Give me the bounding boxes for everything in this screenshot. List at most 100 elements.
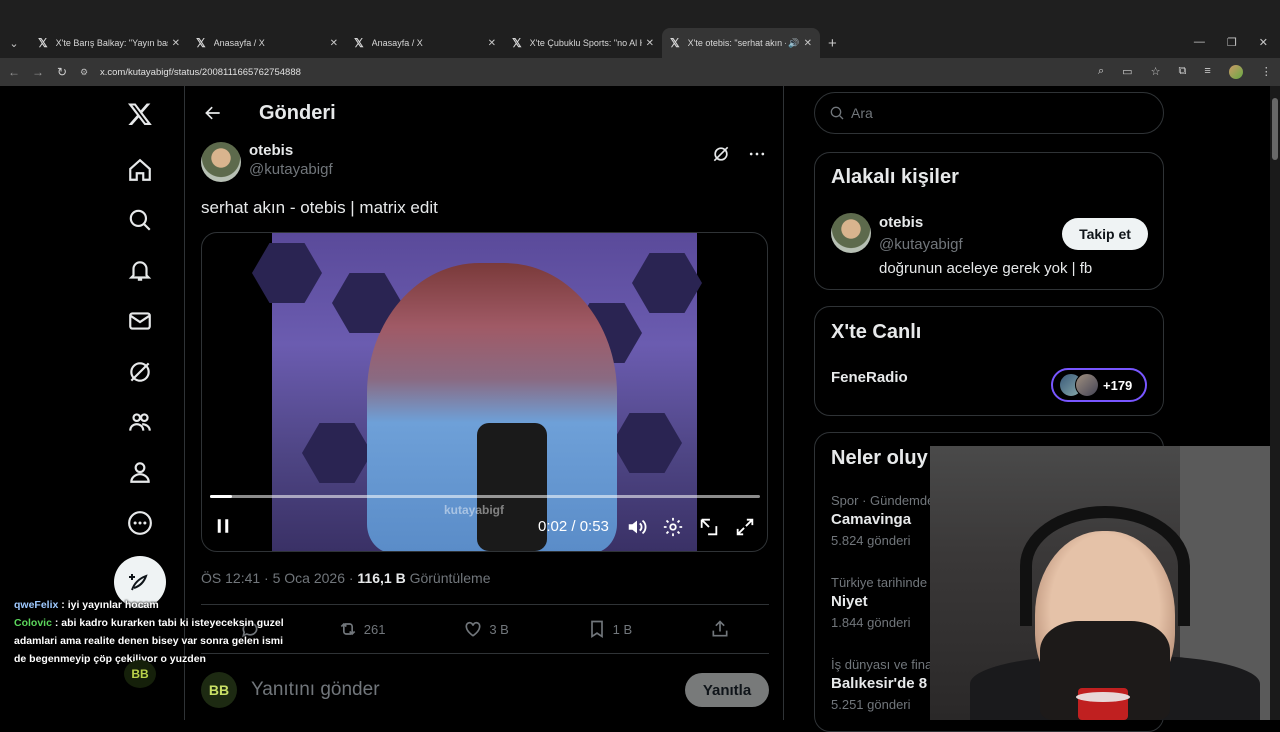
webcam-overlay [930, 446, 1270, 720]
retweet-action[interactable]: 261 [338, 619, 386, 639]
profile-icon[interactable] [126, 458, 154, 486]
more-circle-icon[interactable] [126, 509, 154, 537]
bookmark-count: 1 B [612, 621, 633, 637]
picture-in-picture-icon[interactable] [698, 516, 720, 538]
tab-close-icon[interactable]: ✕ [488, 38, 496, 49]
video-bg-hex [632, 253, 702, 313]
x-logo-icon[interactable] [126, 100, 154, 128]
chrome-menu-icon[interactable]: ⋮ [1261, 65, 1272, 79]
browser-tab[interactable]: 𝕏 X'te Barış Balkay: "Yayın başladı ✕ [30, 28, 188, 58]
avatar[interactable] [831, 213, 871, 253]
forward-icon[interactable]: → [26, 65, 50, 79]
trend-category: İş dünyası ve fina [831, 657, 933, 672]
reply-button[interactable]: Yanıtla [685, 673, 769, 707]
zoom-icon[interactable]: ⌕ [1098, 65, 1104, 79]
volume-icon[interactable] [626, 516, 648, 538]
page-scrollbar[interactable] [1270, 86, 1280, 720]
live-space-name[interactable]: FeneRadio [831, 369, 908, 386]
browser-tab-active[interactable]: 𝕏 X'te otebis: "serhat akın - o 🔊 ✕ [662, 28, 820, 58]
follow-button[interactable]: Takip et [1062, 218, 1148, 250]
tweet-timestamp[interactable]: ÖS 12:41 · 5 Oca 2026 · [201, 570, 357, 586]
x-logo-icon: 𝕏 [354, 36, 364, 50]
live-listeners-pill[interactable]: +179 [1051, 368, 1147, 402]
share-action[interactable] [710, 619, 730, 639]
trend-item[interactable]: Spor · Gündemde Camavinga 5.824 gönderi [831, 493, 934, 548]
site-info-icon[interactable]: ⚙ [80, 67, 94, 78]
profile-avatar[interactable] [1228, 65, 1243, 79]
new-tab-icon[interactable]: + [828, 35, 837, 52]
reload-icon[interactable]: ↻ [50, 65, 74, 79]
grok-icon[interactable] [711, 144, 731, 164]
share-icon [712, 620, 728, 637]
author-handle[interactable]: @kutayabigf [249, 161, 333, 178]
video-frame[interactable]: kutayabigf [252, 233, 702, 551]
related-name[interactable]: otebis [879, 214, 923, 231]
view-label: Görüntüleme [405, 570, 491, 586]
tab-close-icon[interactable]: ✕ [172, 38, 180, 49]
search-icon[interactable] [126, 206, 154, 234]
cast-icon[interactable]: ▭ [1122, 65, 1132, 79]
trend-category: Spor · Gündemde [831, 493, 935, 508]
pause-icon[interactable] [214, 517, 232, 540]
trend-count: 5.824 gönderi [831, 533, 911, 548]
reading-list-icon[interactable]: ≡ [1204, 65, 1210, 79]
trend-item[interactable]: İş dünyası ve fina Balıkesir'de 8 5.251 … [831, 657, 932, 712]
address-bar: ← → ↻ ⚙ x.com/kutayabigf/status/20081116… [0, 58, 1280, 86]
tweet-text: serhat akın - otebis | matrix edit [201, 198, 438, 217]
browser-tab[interactable]: 𝕏 X'te Çubuklu Sports: "no Al Hil ✕ [504, 28, 662, 58]
scrollbar-thumb[interactable] [1272, 98, 1278, 160]
avatar[interactable] [201, 142, 241, 182]
address-actions: ⌕ ▭ ☆ ⧉ ≡ ⋮ [1098, 65, 1272, 79]
trend-name: Balıkesir'de 8 [831, 675, 928, 692]
home-icon[interactable] [126, 156, 154, 184]
settings-gear-icon[interactable] [662, 516, 684, 538]
trend-category: Türkiye tarihinde [831, 575, 928, 590]
extensions-icon[interactable]: ⧉ [1178, 65, 1186, 79]
tab-close-icon[interactable]: ✕ [646, 38, 654, 49]
retweet-count: 261 [363, 621, 386, 637]
browser-tab[interactable]: 𝕏 Anasayfa / X ✕ [346, 28, 504, 58]
bookmark-star-icon[interactable]: ☆ [1151, 65, 1161, 79]
like-action[interactable]: 3 B [463, 619, 509, 639]
back-arrow-icon[interactable] [203, 103, 223, 123]
search-input[interactable]: Ara [814, 92, 1164, 134]
browser-chrome: — ❐ ✕ ⌄ 𝕏 X'te Barış Balkay: "Yayın başl… [0, 0, 1280, 58]
video-microphone [477, 423, 547, 551]
notifications-bell-icon[interactable] [126, 257, 154, 285]
tab-close-icon[interactable]: ✕ [804, 38, 812, 49]
video-player[interactable]: kutayabigf 0:02 / 0:53 [201, 232, 768, 552]
like-count: 3 B [489, 621, 509, 637]
webcam-cup-rim [1076, 692, 1130, 702]
speaker-icon[interactable]: 🔊 [788, 38, 799, 49]
video-watermark: kutayabigf [444, 503, 505, 517]
tab-close-icon[interactable]: ✕ [330, 38, 338, 49]
author-name[interactable]: otebis [249, 142, 333, 159]
card-title: Alakalı kişiler [831, 166, 959, 188]
search-placeholder: Ara [851, 105, 873, 121]
trend-count: 1.844 gönderi [831, 615, 911, 630]
fullscreen-icon[interactable] [734, 516, 756, 538]
headset-icon [1020, 506, 1190, 626]
x-logo-icon: 𝕏 [38, 36, 48, 50]
heart-icon [465, 621, 481, 637]
listener-count: +179 [1103, 377, 1133, 393]
tab-search-icon[interactable]: ⌄ [4, 33, 24, 53]
messages-envelope-icon[interactable] [126, 307, 154, 335]
url-field[interactable]: ⚙ x.com/kutayabigf/status/20081116657627… [80, 61, 1092, 83]
communities-icon[interactable] [126, 408, 154, 436]
grok-icon[interactable] [126, 358, 154, 386]
video-progress-bar[interactable] [210, 495, 760, 498]
more-options-icon[interactable] [747, 144, 767, 164]
browser-tab[interactable]: 𝕏 Anasayfa / X ✕ [188, 28, 346, 58]
bookmark-icon [590, 620, 603, 639]
bookmark-action[interactable]: 1 B [587, 619, 633, 639]
related-handle[interactable]: @kutayabigf [879, 236, 963, 253]
back-icon[interactable]: ← [2, 65, 26, 79]
view-count: 116,1 B [357, 570, 406, 586]
chat-message: Colovic : abi kadro kurarken tabi ki ist… [10, 614, 290, 668]
reply-input[interactable]: Yanıtını gönder [251, 679, 685, 701]
trend-item[interactable]: Türkiye tarihinde Niyet 1.844 gönderi [831, 575, 927, 630]
card-title: Neler oluy [831, 447, 928, 469]
stream-chat-overlay: qweFelix : iyi yayınlar hocam Colovic : … [10, 596, 290, 668]
tweet-author: otebis @kutayabigf [201, 142, 333, 182]
